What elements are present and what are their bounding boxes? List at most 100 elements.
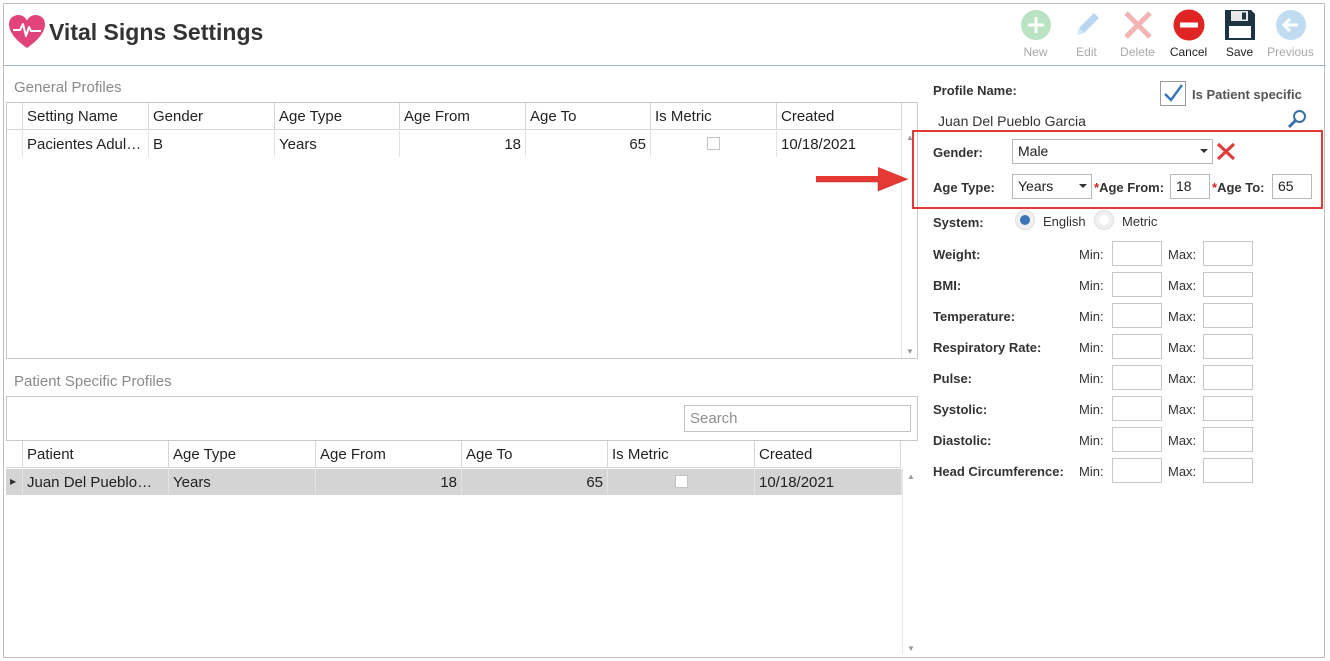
min-input[interactable] bbox=[1112, 241, 1162, 266]
row-indicator bbox=[7, 131, 23, 157]
min-input[interactable] bbox=[1112, 365, 1162, 390]
age-to-label: *Age To: bbox=[1212, 180, 1264, 195]
no-entry-icon bbox=[1173, 9, 1204, 41]
vertical-scrollbar[interactable]: ▲ ▼ bbox=[902, 468, 918, 654]
system-label: System: bbox=[933, 215, 984, 230]
max-label: Max: bbox=[1168, 464, 1197, 479]
column-header[interactable]: Gender bbox=[149, 103, 275, 129]
floppy-disk-icon bbox=[1224, 10, 1255, 40]
column-header[interactable]: Is Metric bbox=[651, 103, 777, 129]
column-header[interactable]: Age From bbox=[316, 441, 462, 467]
column-header[interactable]: Created bbox=[755, 441, 901, 467]
min-input[interactable] bbox=[1112, 427, 1162, 452]
column-header[interactable]: Age Type bbox=[169, 441, 316, 467]
column-header[interactable]: Age From bbox=[400, 103, 526, 129]
column-header[interactable]: Age To bbox=[526, 103, 651, 129]
min-label: Min: bbox=[1079, 464, 1104, 479]
column-header[interactable]: Setting Name bbox=[23, 103, 149, 129]
min-input[interactable] bbox=[1112, 272, 1162, 297]
max-input[interactable] bbox=[1203, 396, 1253, 421]
cell-age-type: Years bbox=[275, 131, 400, 157]
age-from-label-text: Age From: bbox=[1099, 180, 1165, 195]
max-input[interactable] bbox=[1203, 334, 1253, 359]
cell-patient: Juan Del Pueblo… bbox=[23, 469, 169, 495]
vital-label: Respiratory Rate: bbox=[933, 340, 1042, 355]
min-input[interactable] bbox=[1112, 396, 1162, 421]
x-icon bbox=[1123, 11, 1152, 39]
max-input[interactable] bbox=[1203, 241, 1253, 266]
min-label: Min: bbox=[1079, 340, 1104, 355]
new-button[interactable]: New bbox=[1010, 8, 1061, 62]
cell-age-from: 18 bbox=[316, 469, 462, 495]
delete-button-label: Delete bbox=[1120, 45, 1155, 59]
pencil-icon bbox=[1076, 13, 1099, 35]
max-label: Max: bbox=[1168, 402, 1197, 417]
cell-is-metric bbox=[608, 469, 755, 495]
clear-x-icon[interactable] bbox=[1215, 141, 1237, 162]
gender-label: Gender: bbox=[933, 145, 983, 160]
patient-profiles-header: Patient Age Type Age From Age To Is Metr… bbox=[6, 441, 901, 468]
previous-button[interactable]: Previous bbox=[1265, 8, 1316, 62]
plus-icon bbox=[1020, 10, 1051, 40]
age-to-input[interactable]: 65 bbox=[1272, 174, 1312, 199]
age-from-label: *Age From: bbox=[1094, 180, 1164, 195]
column-header[interactable]: Created bbox=[777, 103, 902, 129]
column-header[interactable]: Is Metric bbox=[608, 441, 755, 467]
save-button-label: Save bbox=[1225, 45, 1254, 59]
search-input[interactable] bbox=[684, 405, 911, 432]
max-label: Max: bbox=[1168, 309, 1197, 324]
patient-name: Juan Del Pueblo Garcia bbox=[938, 113, 1086, 129]
min-input[interactable] bbox=[1112, 334, 1162, 359]
max-input[interactable] bbox=[1203, 272, 1253, 297]
max-input[interactable] bbox=[1203, 365, 1253, 390]
table-row[interactable]: Pacientes Adul… B Years 18 65 10/18/2021 bbox=[7, 131, 902, 157]
min-input[interactable] bbox=[1112, 458, 1162, 483]
delete-button[interactable]: Delete bbox=[1112, 8, 1163, 62]
min-label: Min: bbox=[1079, 371, 1104, 386]
age-type-select[interactable]: Years bbox=[1012, 174, 1092, 199]
is-metric-checkbox[interactable] bbox=[674, 475, 688, 488]
scroll-up-icon[interactable]: ▲ bbox=[907, 472, 915, 481]
table-row[interactable]: ▶ Juan Del Pueblo… Years 18 65 10/18/202… bbox=[6, 469, 902, 495]
radio-metric[interactable] bbox=[1094, 210, 1114, 230]
row-indicator-header bbox=[6, 441, 23, 467]
gender-select[interactable]: Male bbox=[1012, 139, 1213, 164]
max-input[interactable] bbox=[1203, 303, 1253, 328]
is-patient-specific-checkbox[interactable] bbox=[1160, 81, 1186, 106]
is-patient-specific-label: Is Patient specific bbox=[1192, 87, 1302, 102]
vital-label: Systolic: bbox=[933, 402, 988, 417]
min-input[interactable] bbox=[1112, 303, 1162, 328]
cancel-button-label: Cancel bbox=[1169, 45, 1208, 59]
cell-gender: B bbox=[149, 131, 275, 157]
vital-label: Diastolic: bbox=[933, 433, 992, 448]
max-input[interactable] bbox=[1203, 427, 1253, 452]
max-label: Max: bbox=[1168, 247, 1197, 262]
chevron-down-icon bbox=[1079, 184, 1087, 188]
save-button[interactable]: Save bbox=[1214, 8, 1265, 62]
scroll-down-icon[interactable]: ▼ bbox=[906, 347, 914, 356]
max-label: Max: bbox=[1168, 433, 1197, 448]
cell-created: 10/18/2021 bbox=[755, 469, 902, 495]
scroll-down-icon[interactable]: ▼ bbox=[907, 644, 915, 653]
radio-english[interactable] bbox=[1015, 210, 1035, 230]
column-header[interactable]: Age Type bbox=[275, 103, 400, 129]
new-button-label: New bbox=[1023, 45, 1048, 59]
max-input[interactable] bbox=[1203, 458, 1253, 483]
header: Vital Signs Settings New Edit Delete Can… bbox=[4, 4, 1326, 66]
row-indicator-header bbox=[7, 103, 23, 129]
cancel-button[interactable]: Cancel bbox=[1163, 8, 1214, 62]
edit-button[interactable]: Edit bbox=[1061, 8, 1112, 62]
cell-age-to: 65 bbox=[526, 131, 651, 157]
age-from-input[interactable]: 18 bbox=[1170, 174, 1210, 199]
min-label: Min: bbox=[1079, 433, 1104, 448]
search-icon[interactable] bbox=[1286, 108, 1308, 130]
toolbar: New Edit Delete Cancel Save Previous bbox=[1010, 8, 1316, 62]
column-header[interactable]: Patient bbox=[23, 441, 169, 467]
radio-english-label: English bbox=[1043, 214, 1086, 229]
cell-age-type: Years bbox=[169, 469, 316, 495]
column-header[interactable]: Age To bbox=[462, 441, 608, 467]
vital-label: Temperature: bbox=[933, 309, 1016, 324]
is-metric-checkbox[interactable] bbox=[707, 137, 720, 150]
min-label: Min: bbox=[1079, 402, 1104, 417]
cell-age-from: 18 bbox=[400, 131, 526, 157]
